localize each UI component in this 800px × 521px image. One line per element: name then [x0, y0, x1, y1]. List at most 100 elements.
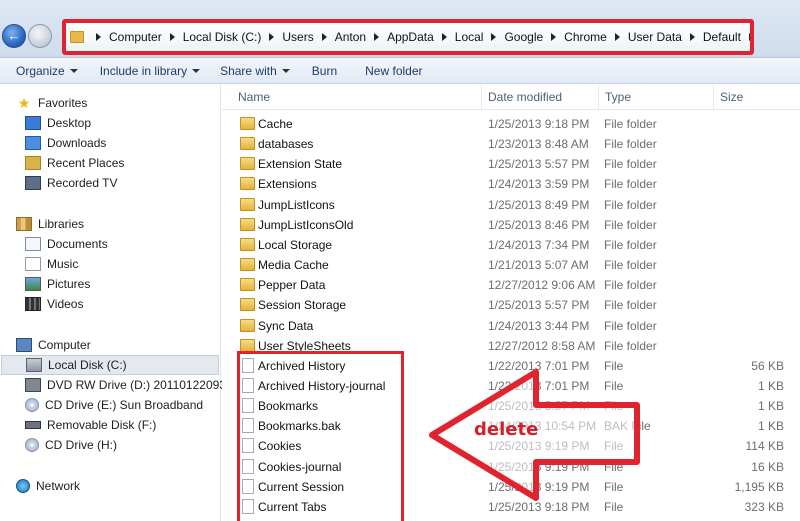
file-date: 12/27/2012 8:58 AM — [488, 338, 596, 353]
file-name: Media Cache — [258, 258, 329, 273]
hard-disk-icon — [26, 358, 42, 372]
nav-recorded-tv[interactable]: Recorded TV — [25, 173, 243, 193]
chevron-down-icon — [69, 68, 78, 73]
folder-icon — [240, 338, 255, 352]
nav-computer[interactable]: Computer — [16, 335, 234, 355]
folder-icon — [240, 137, 255, 151]
back-arrow-icon: ← — [7, 28, 21, 43]
files-highlight-box — [237, 351, 404, 521]
file-date: 1/23/2013 8:48 AM — [488, 137, 589, 152]
nav-documents[interactable]: Documents — [25, 234, 243, 254]
file-type: File folder — [604, 298, 657, 313]
file-type: File folder — [604, 258, 657, 273]
file-date: 1/25/2013 5:57 PM — [488, 157, 590, 172]
folder-icon — [240, 117, 255, 130]
share-with-button[interactable]: Share with — [220, 64, 290, 78]
nav-local-disk[interactable]: Local Disk (C:) — [1, 355, 219, 375]
file-type: File folder — [604, 117, 657, 131]
recent-places-icon — [25, 156, 41, 170]
nav-cd-drive-e[interactable]: CD Drive (E:) Sun Broadband — [25, 395, 243, 415]
file-date: 1/25/2013 5:57 PM — [488, 298, 590, 313]
file-date: 12/27/2012 9:06 AM — [488, 278, 596, 293]
file-size: 1,195 KB — [734, 479, 784, 494]
file-type: File — [604, 358, 624, 373]
file-date: 1/25/2013 9:19 PM — [488, 459, 590, 474]
chevron-down-icon — [192, 68, 201, 73]
documents-icon — [25, 237, 41, 251]
file-date: 1/25/2013 8:46 PM — [488, 217, 590, 232]
file-row[interactable]: Pepper Data 12/27/2012 9:06 AM File folder — [222, 275, 800, 295]
nav-desktop[interactable]: Desktop — [25, 113, 243, 133]
file-size: 1 KB — [757, 399, 784, 414]
column-divider[interactable] — [481, 85, 482, 110]
file-name: Local Storage — [258, 237, 333, 252]
file-type: File folder — [604, 137, 657, 152]
nav-dvd-drive[interactable]: DVD RW Drive (D:) 201101220931 — [25, 375, 243, 395]
file-type: File — [604, 479, 624, 494]
nav-recent-places[interactable]: Recent Places — [25, 153, 243, 173]
forward-button[interactable]: → — [28, 24, 52, 48]
nav-favorites[interactable]: ★ Favorites — [16, 93, 234, 113]
nav-libraries[interactable]: Libraries — [16, 214, 234, 234]
burn-button[interactable]: Burn — [312, 64, 337, 78]
file-type: File folder — [604, 237, 657, 252]
file-row[interactable]: Extensions 1/24/2013 3:59 PM File folder — [222, 174, 800, 194]
file-type: File — [604, 399, 624, 414]
desktop-icon — [25, 116, 41, 130]
file-name: Pepper Data — [258, 278, 326, 293]
file-type: BAK File — [604, 419, 651, 434]
nav-videos[interactable]: Videos — [25, 294, 243, 314]
file-size: 16 KB — [751, 459, 784, 474]
nav-network[interactable]: Network — [16, 476, 234, 496]
file-type: File — [604, 459, 624, 474]
folder-icon — [240, 278, 255, 292]
column-date-modified[interactable]: Date modified — [488, 90, 562, 104]
file-date: 1/24/2013 3:59 PM — [488, 177, 590, 192]
file-type: File — [604, 378, 624, 393]
nav-cd-drive-h[interactable]: CD Drive (H:) — [25, 435, 243, 455]
file-size: 56 KB — [751, 358, 784, 373]
file-row[interactable]: Sync Data 1/24/2013 3:44 PM File folder — [222, 316, 800, 336]
library-icon — [16, 217, 32, 231]
cd-icon — [25, 398, 39, 412]
folder-icon — [240, 217, 255, 231]
column-divider[interactable] — [598, 85, 599, 110]
file-row[interactable]: Cache 1/25/2013 9:18 PM File folder — [222, 114, 800, 134]
nav-music[interactable]: Music — [25, 254, 243, 274]
file-row[interactable]: databases 1/23/2013 8:48 AM File folder — [222, 134, 800, 154]
file-date: 1/25/2013 8:49 PM — [488, 197, 590, 212]
file-row[interactable]: Media Cache 1/21/2013 5:07 AM File folder — [222, 255, 800, 275]
column-divider[interactable] — [713, 85, 714, 110]
file-date: 1/22/2013 7:01 PM — [488, 378, 590, 393]
file-name: JumpListIconsOld — [258, 217, 354, 232]
organize-button[interactable]: Organize — [16, 64, 78, 78]
column-size[interactable]: Size — [720, 90, 743, 104]
file-name: Extension State — [258, 157, 343, 172]
file-name: JumpListIcons — [258, 197, 335, 212]
back-button[interactable]: ← — [2, 24, 26, 48]
file-row[interactable]: Extension State 1/25/2013 5:57 PM File fol… — [222, 154, 800, 174]
column-type[interactable]: Type — [605, 90, 631, 104]
file-name: Extensions — [258, 177, 317, 192]
star-icon: ★ — [17, 95, 31, 111]
file-type: File folder — [604, 197, 657, 212]
file-type: File folder — [604, 157, 657, 172]
file-date: 1/21/2013 5:07 AM — [488, 258, 589, 273]
new-folder-button[interactable]: New folder — [365, 64, 422, 78]
file-row[interactable]: JumpListIcons 1/25/2013 8:49 PM File folde… — [222, 195, 800, 215]
column-name[interactable]: Name — [238, 90, 270, 104]
network-icon — [16, 479, 30, 493]
file-date: 1/25/2013 9:19 PM — [488, 439, 590, 454]
forward-arrow-icon: → — [33, 28, 47, 43]
nav-pictures[interactable]: Pictures — [25, 274, 243, 294]
file-size: 114 KB — [745, 439, 784, 454]
file-row[interactable]: Local Storage 1/24/2013 7:34 PM File folde… — [222, 235, 800, 255]
nav-removable-disk[interactable]: Removable Disk (F:) — [25, 415, 243, 435]
file-name: databases — [258, 137, 314, 152]
computer-icon — [16, 338, 32, 352]
file-type: File folder — [604, 217, 657, 232]
file-row[interactable]: Session Storage 1/25/2013 5:57 PM File fol… — [222, 295, 800, 315]
file-row[interactable]: JumpListIconsOld 1/25/2013 8:46 PM File fo… — [222, 215, 800, 235]
include-in-library-button[interactable]: Include in library — [100, 64, 201, 78]
nav-downloads[interactable]: Downloads — [25, 133, 243, 153]
